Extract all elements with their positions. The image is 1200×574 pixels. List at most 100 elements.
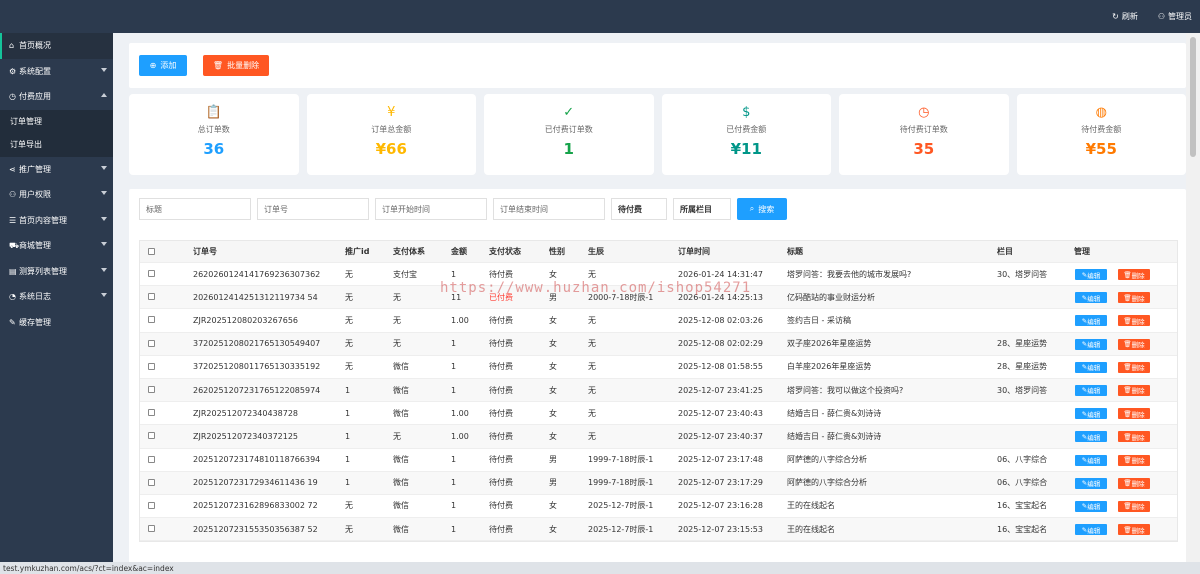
cell-title: 塔罗问答：我可以做这个投资吗? — [787, 385, 904, 395]
edit-button[interactable]: ✎ 编辑 — [1075, 454, 1107, 466]
edit-button[interactable]: ✎ 编辑 — [1075, 315, 1107, 327]
cell-pay-system: 支付宝 — [393, 269, 417, 279]
sidebar-item-7[interactable]: ▤ 测算列表管理 — [0, 259, 113, 285]
sidebar-item-6[interactable]: ⛟ 商城管理 — [0, 233, 113, 259]
edit-button[interactable]: ✎ 编辑 — [1075, 269, 1107, 280]
sidebar-item-0[interactable]: ⌂ 首页概况 — [0, 33, 113, 59]
cell-pay-status: 待付费 — [489, 269, 513, 279]
cell-column: 16、宝宝起名 — [997, 524, 1048, 534]
stat-label: 总订单数 — [197, 125, 230, 134]
cell-gender: 女 — [549, 385, 557, 395]
trash-icon: 🗑 — [1123, 456, 1132, 464]
edit-label: 编辑 — [1087, 480, 1101, 489]
sidebar-item-9[interactable]: ✎ 缓存管理 — [0, 310, 113, 336]
sidebar-subitem-2-0[interactable]: 订单管理 — [0, 109, 113, 133]
delete-button[interactable]: 🗑 删除 — [1118, 338, 1150, 350]
cell-birth: 无 — [588, 362, 596, 372]
delete-button[interactable]: 🗑 删除 — [1118, 454, 1150, 466]
row-checkbox[interactable] — [148, 432, 155, 440]
edit-button[interactable]: ✎ 编辑 — [1075, 431, 1107, 443]
gear-icon: ⚙ — [9, 66, 17, 76]
delete-button[interactable]: 🗑 删除 — [1118, 292, 1150, 304]
delete-button[interactable]: 🗑 删除 — [1118, 315, 1150, 327]
delete-button[interactable]: 🗑 删除 — [1118, 408, 1150, 420]
edit-button[interactable]: ✎ 编辑 — [1075, 338, 1107, 350]
batch-delete-button[interactable]: 🗑 批量删除 — [203, 55, 269, 76]
sidebar-item-1[interactable]: ⚙ 系统配置 — [0, 59, 113, 85]
chart-icon: ▤ — [9, 266, 17, 276]
search-button[interactable]: ⌕ 搜索 — [737, 198, 787, 220]
edit-label: 编辑 — [1087, 271, 1101, 280]
delete-label: 删除 — [1131, 317, 1145, 326]
cell-promo-id: 无 — [345, 292, 353, 302]
delete-button[interactable]: 🗑 删除 — [1118, 384, 1150, 396]
row-checkbox[interactable] — [148, 316, 155, 324]
header-pay-status: 支付状态 — [489, 247, 521, 256]
refresh-button[interactable]: ↻ 刷新 — [1112, 11, 1138, 22]
delete-button[interactable]: 🗑 删除 — [1118, 431, 1150, 443]
cell-pay-status: 待付费 — [489, 455, 513, 465]
trash-icon: 🗑 — [1123, 386, 1132, 395]
edit-button[interactable]: ✎ 编辑 — [1075, 408, 1107, 420]
edit-label: 编辑 — [1087, 341, 1101, 350]
cell-column: 28、星座运势 — [997, 339, 1048, 349]
cell-amount: 11 — [451, 292, 462, 302]
cell-birth: 无 — [588, 385, 596, 395]
row-checkbox[interactable] — [148, 501, 155, 509]
status-select[interactable]: 待付费 — [611, 198, 667, 220]
stat-value: 1 — [563, 140, 574, 158]
cart-icon: ⛟ — [9, 240, 20, 250]
edit-button[interactable]: ✎ 编辑 — [1075, 292, 1107, 304]
edit-button[interactable]: ✎ 编辑 — [1075, 524, 1107, 536]
edit-button[interactable]: ✎ 编辑 — [1075, 500, 1107, 512]
sidebar-item-label: 用户权限 — [19, 190, 51, 200]
end-time-input[interactable]: 订单结束时间 — [493, 198, 605, 220]
scrollbar-thumb[interactable] — [1190, 37, 1196, 157]
cell-order-time: 2025-12-08 01:58:55 — [678, 362, 763, 372]
delete-label: 删除 — [1131, 433, 1145, 442]
delete-button[interactable]: 🗑 删除 — [1118, 361, 1150, 373]
row-checkbox[interactable] — [148, 525, 155, 533]
cell-amount: 1 — [451, 455, 457, 465]
cell-promo-id: 无 — [345, 315, 353, 325]
sidebar-subitem-2-1[interactable]: 订单导出 — [0, 133, 113, 157]
edit-button[interactable]: ✎ 编辑 — [1075, 384, 1107, 396]
delete-button[interactable]: 🗑 删除 — [1118, 524, 1150, 536]
cell-title: 王的在线起名 — [787, 501, 835, 511]
scrollbar[interactable] — [1186, 33, 1200, 562]
row-checkbox[interactable] — [148, 385, 155, 393]
delete-button[interactable]: 🗑 删除 — [1118, 500, 1150, 512]
start-time-input[interactable]: 订单开始时间 — [375, 198, 487, 220]
sidebar-item-4[interactable]: ⚇ 用户权限 — [0, 182, 113, 208]
sidebar-item-3[interactable]: ⋖ 推广管理 — [0, 157, 113, 183]
add-button[interactable]: ⊕ 添加 — [139, 55, 187, 76]
trash-icon: 🗑 — [1123, 502, 1132, 511]
delete-button[interactable]: 🗑 删除 — [1118, 269, 1150, 280]
row-checkbox[interactable] — [148, 270, 155, 277]
cell-pay-status: 待付费 — [489, 431, 513, 441]
row-checkbox[interactable] — [148, 478, 155, 486]
row-checkbox[interactable] — [148, 409, 155, 417]
sidebar-item-2[interactable]: ◷ 付费应用 — [0, 84, 113, 110]
edit-button[interactable]: ✎ 编辑 — [1075, 361, 1107, 373]
row-checkbox[interactable] — [148, 455, 155, 463]
cell-promo-id: 1 — [345, 455, 351, 465]
row-checkbox[interactable] — [148, 293, 155, 301]
select-all-checkbox[interactable] — [148, 248, 155, 255]
delete-button[interactable]: 🗑 删除 — [1118, 477, 1150, 489]
order-no-input[interactable]: 订单号 — [257, 198, 369, 220]
row-checkbox[interactable] — [148, 362, 155, 370]
edit-button[interactable]: ✎ 编辑 — [1075, 477, 1107, 489]
sidebar-item-8[interactable]: ◔ 系统日志 — [0, 284, 113, 310]
admin-menu[interactable]: ⚇ 管理员 — [1158, 11, 1192, 22]
wrench-icon: ✎ — [9, 317, 16, 327]
sidebar-item-5[interactable]: ☰ 首页内容管理 — [0, 208, 113, 234]
column-select[interactable]: 所属栏目 — [673, 198, 731, 220]
stat-label: 待付费订单数 — [899, 125, 948, 134]
cell-pay-status: 待付费 — [489, 315, 513, 325]
chevron-down-icon — [101, 267, 107, 272]
row-checkbox[interactable] — [148, 339, 155, 347]
cell-pay-system: 无 — [393, 292, 401, 302]
plus-circle-icon: ⊕ — [149, 61, 157, 70]
title-input[interactable]: 标题 — [139, 198, 251, 220]
